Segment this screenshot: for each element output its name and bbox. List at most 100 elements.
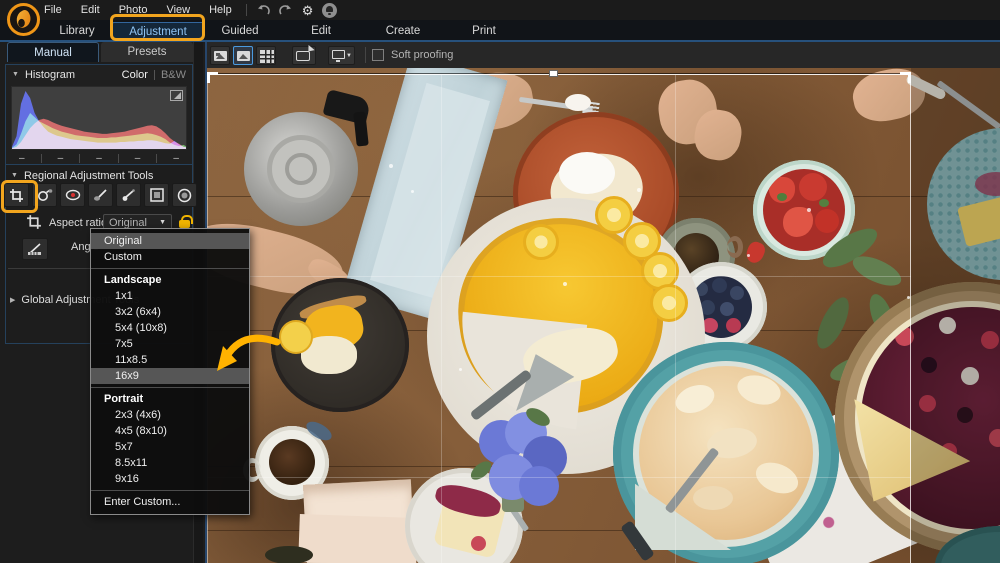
rotate-orientation-button[interactable] <box>292 45 316 65</box>
meringue-top <box>559 152 615 194</box>
aspect-lock-icon[interactable] <box>179 215 193 228</box>
aspect-option-landscape: Landscape <box>104 274 162 286</box>
soft-proofing-checkbox[interactable] <box>372 49 384 61</box>
notification-bell-icon[interactable] <box>322 2 338 18</box>
crop-edge-top[interactable] <box>207 74 911 75</box>
undo-icon[interactable] <box>256 4 270 16</box>
aspect-option-3x2-6x4-[interactable]: 3x2 (6x4) <box>91 304 249 320</box>
thirds-gridline <box>441 75 442 563</box>
photo-decoration <box>389 164 393 168</box>
canvas-toolbar: ▼ Soft proofing <box>207 42 1000 68</box>
photo-decoration <box>411 190 414 193</box>
chevron-down-icon: ▼ <box>159 219 166 226</box>
crop-handle-topleft[interactable] <box>207 72 218 83</box>
napkin-cream-fold <box>298 513 418 563</box>
thirds-gridline <box>207 276 911 277</box>
thermos-lid-center <box>285 153 317 185</box>
lemon-wedge <box>279 320 313 354</box>
adjustment-brush-tool-button[interactable] <box>88 183 113 207</box>
histogram-title: Histogram <box>24 68 76 81</box>
dropdown-separator <box>91 387 249 388</box>
mug-tea <box>269 439 315 485</box>
photo-decoration <box>726 318 741 333</box>
collapse-triangle-icon[interactable]: ▼ <box>12 71 19 78</box>
photo-decoration <box>712 278 727 293</box>
module-tab-print[interactable]: Print <box>438 22 530 40</box>
highlight-adjustment-tab <box>110 14 205 41</box>
crop-handle-topcenter[interactable] <box>549 70 558 77</box>
photo-decoration <box>730 286 744 300</box>
histogram-plot[interactable] <box>11 86 187 150</box>
app-logo-icon[interactable] <box>7 3 40 36</box>
loose-strawberry <box>743 239 768 266</box>
lemon-slice <box>650 284 688 322</box>
crop-edge-right[interactable] <box>910 74 911 563</box>
regional-tools-title: Regional Adjustment Tools <box>23 169 154 182</box>
module-tab-edit[interactable]: Edit <box>275 22 367 40</box>
tab-presets[interactable]: Presets <box>101 42 193 62</box>
display-options-button[interactable]: ▼ <box>328 45 355 65</box>
meringue-bite <box>565 94 591 111</box>
aspect-option-4x5-8x10-[interactable]: 4x5 (8x10) <box>91 423 249 439</box>
crop-aspect-icon <box>26 214 42 235</box>
photo-canvas[interactable] <box>207 68 1000 563</box>
aspect-option-enter-custom...[interactable]: Enter Custom... <box>91 494 249 510</box>
settings-gear-icon[interactable]: ⚙ <box>302 4 314 17</box>
aspect-option-custom[interactable]: Custom <box>91 249 249 265</box>
dropdown-separator <box>91 490 249 491</box>
photo-decoration <box>799 173 827 201</box>
jar-lid <box>265 546 313 563</box>
red-eye-tool-button[interactable] <box>60 183 85 207</box>
histogram-marker: – <box>57 152 64 164</box>
collapse-triangle-icon[interactable]: ▼ <box>11 172 18 179</box>
gradient-mask-tool-button[interactable] <box>144 183 169 207</box>
single-view-button[interactable] <box>233 45 253 65</box>
crop-outside-dim <box>911 68 1000 563</box>
toolbar-separator <box>365 47 366 63</box>
histogram-color-toggle[interactable]: Color <box>122 69 148 81</box>
aspect-ratio-value: Original <box>109 216 147 229</box>
clipping-warning-icon[interactable] <box>170 90 183 101</box>
histogram-marker: – <box>19 152 25 164</box>
module-tab-guided[interactable]: Guided <box>194 22 286 40</box>
histogram-bw-toggle[interactable]: B&W <box>161 69 186 81</box>
menubar-separator <box>245 4 247 16</box>
thirds-gridline <box>207 477 911 478</box>
aspect-option-9x16[interactable]: 9x16 <box>91 471 249 487</box>
cup-handle <box>727 236 743 258</box>
straighten-tool-button[interactable] <box>22 238 48 260</box>
photo-decoration <box>807 208 811 212</box>
hydrangea <box>519 466 559 506</box>
menu-file[interactable]: File <box>44 4 62 16</box>
redo-icon[interactable] <box>278 4 293 16</box>
tutorial-arrow <box>217 334 281 371</box>
leaf <box>810 293 856 353</box>
aspect-option-2x3-4x6-[interactable]: 2x3 (4x6) <box>91 407 249 423</box>
aspect-option-5x7[interactable]: 5x7 <box>91 439 249 455</box>
lemon-slice <box>523 224 559 260</box>
photo-decoration <box>459 368 462 371</box>
radial-filter-tool-button[interactable] <box>172 183 197 207</box>
aspect-option-original[interactable]: Original <box>91 233 249 249</box>
highlight-crop-tool <box>1 180 38 213</box>
leaf <box>848 250 906 292</box>
tab-manual[interactable]: Manual <box>7 42 99 62</box>
photo-decoration <box>777 193 787 201</box>
histogram-marker: – <box>173 152 179 164</box>
photo-decoration <box>747 254 750 257</box>
photo-decoration <box>720 302 734 316</box>
aspect-option-8.5x11[interactable]: 8.5x11 <box>91 455 249 471</box>
aspect-option-1x1[interactable]: 1x1 <box>91 288 249 304</box>
histogram-markers: – – – – – <box>11 151 187 165</box>
crop-handle-topright[interactable] <box>900 72 911 83</box>
adjustment-selection-tool-button[interactable] <box>116 183 141 207</box>
meringue-peak <box>693 486 733 510</box>
grid-view-button[interactable] <box>256 45 276 65</box>
histogram-section: ▼ Histogram Color B&W – – – – – <box>5 64 193 176</box>
menu-edit[interactable]: Edit <box>81 4 100 16</box>
browser-view-button[interactable] <box>210 45 230 65</box>
photo-decoration <box>637 188 641 192</box>
menu-help[interactable]: Help <box>209 4 232 16</box>
photo-decoration <box>563 282 567 286</box>
module-tab-create[interactable]: Create <box>357 22 449 40</box>
